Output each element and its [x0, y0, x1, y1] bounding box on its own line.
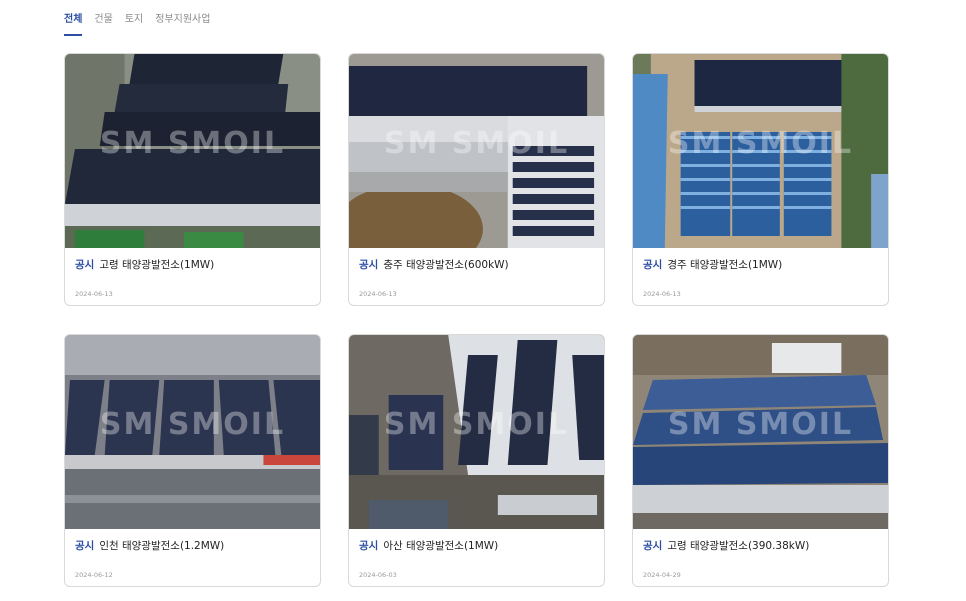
watermark: SM SMOIL	[99, 126, 286, 161]
card-title: 공시 인천 태양광발전소(1.2MW)	[75, 539, 310, 553]
project-card[interactable]: SM SMOIL 공시 충주 태양광발전소(600kW) 2024-06-13	[348, 53, 605, 306]
watermark: SM SMOIL	[667, 407, 854, 442]
notice-badge: 공시	[643, 540, 663, 552]
notice-badge: 공시	[75, 540, 95, 552]
watermark: SM SMOIL	[99, 407, 286, 442]
card-title-text: 고령 태양광발전소(390.38kW)	[667, 540, 810, 552]
notice-badge: 공시	[75, 259, 95, 271]
card-title-text: 인천 태양광발전소(1.2MW)	[99, 540, 225, 552]
watermark: SM SMOIL	[383, 126, 570, 161]
project-photo: SM SMOIL	[633, 335, 888, 529]
card-title-text: 고령 태양광발전소(1MW)	[99, 259, 215, 271]
project-card[interactable]: SM SMOIL 공시 아산 태양광발전소(1MW) 2024-06-03	[348, 334, 605, 587]
category-tabs: 전체 건물 토지 정부지원사업	[64, 12, 222, 36]
card-date: 2024-04-29	[643, 571, 681, 579]
project-card[interactable]: SM SMOIL 공시 고령 태양광발전소(1MW) 2024-06-13	[64, 53, 321, 306]
project-photo: SM SMOIL	[349, 335, 604, 529]
tab-building[interactable]: 건물	[94, 12, 112, 36]
tab-government-project[interactable]: 정부지원사업	[155, 12, 210, 36]
card-title: 공시 아산 태양광발전소(1MW)	[359, 539, 594, 553]
project-photo: SM SMOIL	[633, 54, 888, 248]
card-title: 공시 고령 태양광발전소(1MW)	[75, 258, 310, 272]
tab-all[interactable]: 전체	[64, 12, 83, 36]
card-date: 2024-06-12	[75, 571, 113, 579]
card-title-text: 경주 태양광발전소(1MW)	[667, 259, 783, 271]
project-card-grid: SM SMOIL 공시 고령 태양광발전소(1MW) 2024-06-13 SM…	[64, 53, 890, 587]
card-title: 공시 고령 태양광발전소(390.38kW)	[643, 539, 878, 553]
project-card[interactable]: SM SMOIL 공시 경주 태양광발전소(1MW) 2024-06-13	[632, 53, 889, 306]
watermark: SM SMOIL	[383, 407, 570, 442]
card-title: 공시 경주 태양광발전소(1MW)	[643, 258, 878, 272]
card-title: 공시 충주 태양광발전소(600kW)	[359, 258, 594, 272]
project-photo: SM SMOIL	[65, 54, 320, 248]
project-card[interactable]: SM SMOIL 공시 고령 태양광발전소(390.38kW) 2024-04-2…	[632, 334, 889, 587]
notice-badge: 공시	[359, 259, 379, 271]
card-date: 2024-06-03	[359, 571, 397, 579]
watermark: SM SMOIL	[667, 126, 854, 161]
project-photo: SM SMOIL	[349, 54, 604, 248]
notice-badge: 공시	[359, 540, 379, 552]
tab-land[interactable]: 토지	[125, 12, 143, 36]
card-title-text: 충주 태양광발전소(600kW)	[383, 259, 509, 271]
card-date: 2024-06-13	[359, 290, 397, 298]
project-photo: SM SMOIL	[65, 335, 320, 529]
notice-badge: 공시	[643, 259, 663, 271]
card-date: 2024-06-13	[643, 290, 681, 298]
card-title-text: 아산 태양광발전소(1MW)	[383, 540, 499, 552]
card-date: 2024-06-13	[75, 290, 113, 298]
project-card[interactable]: SM SMOIL 공시 인천 태양광발전소(1.2MW) 2024-06-12	[64, 334, 321, 587]
